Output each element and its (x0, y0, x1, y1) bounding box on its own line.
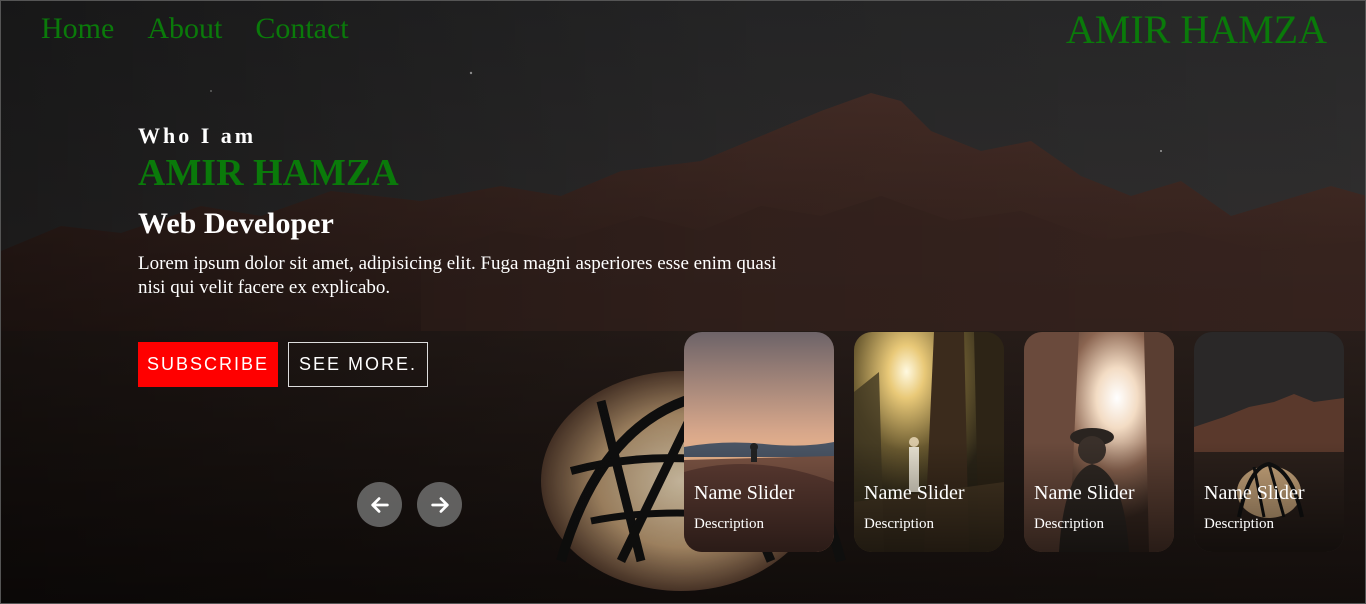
nav-link-about[interactable]: About (147, 11, 222, 47)
slider-card[interactable]: Name Slider Description (854, 332, 1004, 552)
card-title: Name Slider (694, 482, 795, 504)
subscribe-button[interactable]: SUBSCRIBE (138, 342, 278, 387)
card-description: Description (694, 516, 764, 532)
hero-name: AMIR HAMZA (138, 152, 399, 194)
arrow-left-icon (370, 496, 389, 513)
slider-card[interactable]: Name Slider Description (1194, 332, 1344, 552)
card-description: Description (864, 516, 934, 532)
brand-logo-text[interactable]: AMIR HAMZA (1066, 8, 1327, 52)
top-navbar: Home About Contact AMIR HAMZA (1, 1, 1365, 61)
slider-prev-button[interactable] (357, 482, 402, 527)
page-frame: Home About Contact AMIR HAMZA Who I am A… (0, 0, 1366, 604)
arrow-right-icon (430, 496, 449, 513)
card-title: Name Slider (864, 482, 965, 504)
nav-link-home[interactable]: Home (41, 11, 114, 47)
see-more-button[interactable]: SEE MORE. (288, 342, 428, 387)
card-description: Description (1034, 516, 1104, 532)
hero-content: Who I am AMIR HAMZA Web Developer Lorem … (138, 121, 808, 300)
nav-links: Home About Contact (41, 11, 349, 47)
nav-link-contact[interactable]: Contact (255, 11, 348, 47)
card-title: Name Slider (1034, 482, 1135, 504)
hero-description: Lorem ipsum dolor sit amet, adipisicing … (138, 253, 777, 298)
card-description: Description (1204, 516, 1274, 532)
hero-eyebrow: Who I am (138, 123, 257, 148)
hero-role: Web Developer (138, 207, 334, 240)
slider-card[interactable]: Name Slider Description (684, 332, 834, 552)
slider-card[interactable]: Name Slider Description (1024, 332, 1174, 552)
slider-next-button[interactable] (417, 482, 462, 527)
card-title: Name Slider (1204, 482, 1305, 504)
